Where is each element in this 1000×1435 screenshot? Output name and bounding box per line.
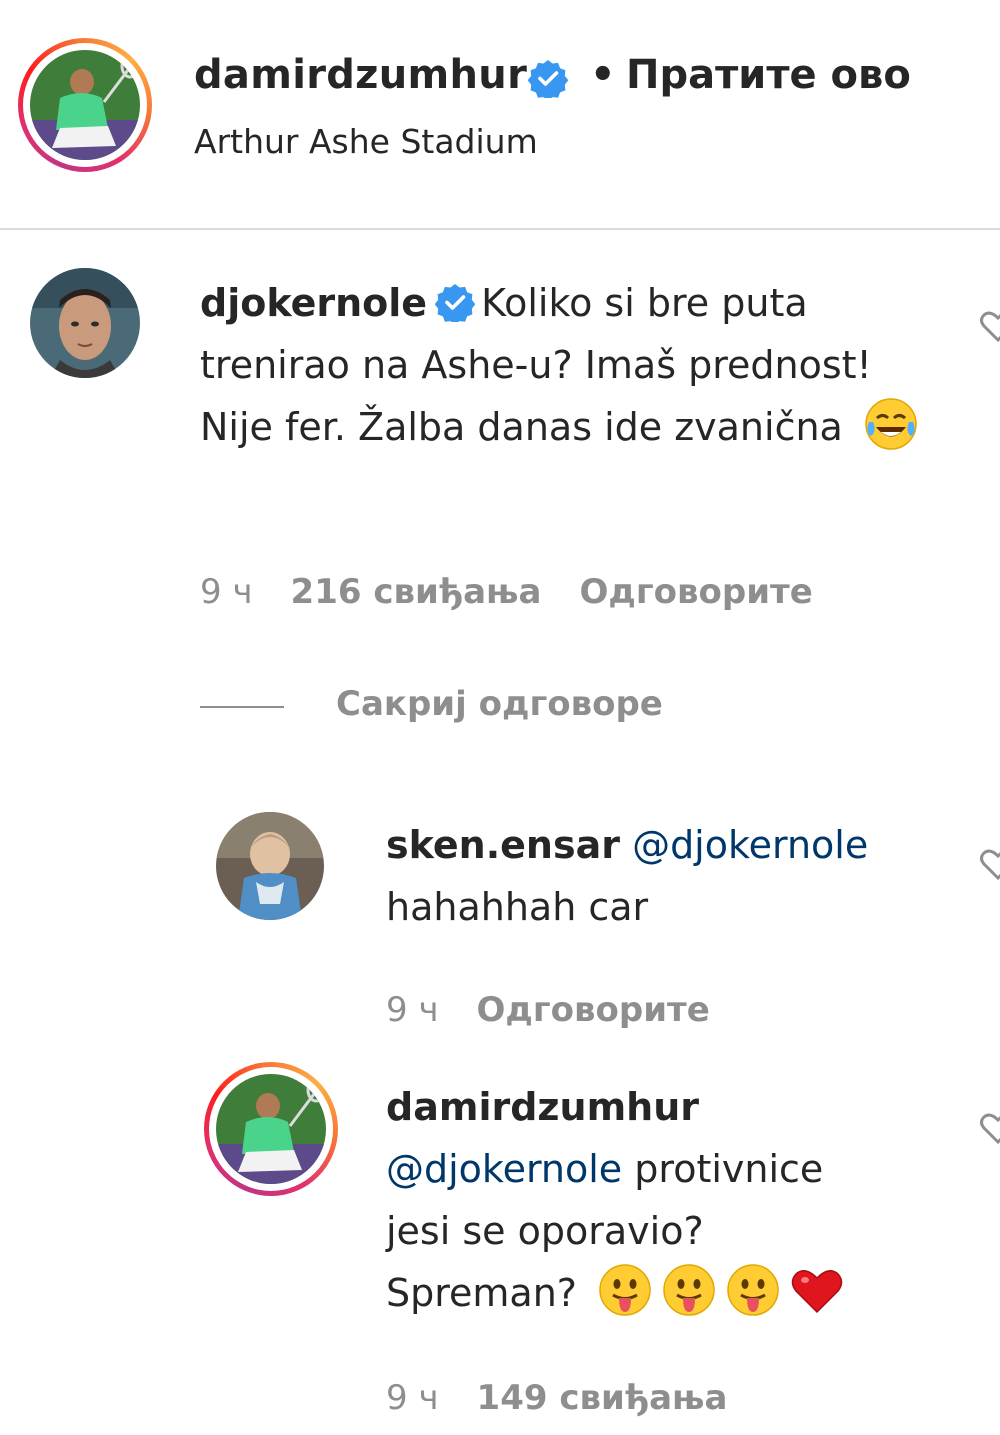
reply-likes[interactable]: 149 свиђања (477, 1378, 728, 1418)
like-heart-icon[interactable] (978, 844, 1000, 884)
post-header: damirdzumhur • Пратите ово Arthur Ashe S… (0, 0, 1000, 230)
reply-avatar[interactable] (204, 1062, 338, 1196)
hide-replies-line (200, 706, 284, 708)
header-avatar[interactable] (18, 38, 152, 172)
verified-badge-icon (527, 58, 569, 101)
mention-link[interactable]: @djokernole (386, 1147, 622, 1191)
reply-button[interactable]: Одговорите (580, 572, 813, 612)
reply-avatar[interactable] (216, 812, 324, 920)
like-heart-icon[interactable] (978, 1108, 1000, 1148)
comment-time[interactable]: 9 ч (200, 572, 253, 612)
reply-meta: 9 ч Одговорите (386, 990, 748, 1030)
reply-username[interactable]: damirdzumhur (386, 1085, 699, 1129)
reply-text: hahahhah car (386, 885, 649, 929)
comment-likes[interactable]: 216 свиђања (291, 572, 542, 612)
like-heart-icon[interactable] (978, 306, 1000, 346)
comment-avatar[interactable] (30, 268, 140, 378)
hide-replies-label: Сакриј одговоре (336, 684, 663, 724)
separator-dot: • (590, 52, 616, 98)
red-heart-icon (789, 1262, 845, 1318)
reply-text-line3: Spreman? (386, 1271, 577, 1315)
header-username[interactable]: damirdzumhur (194, 52, 527, 98)
comment-meta: 9 ч 216 свиђања Одговорите (200, 572, 851, 612)
reply-username[interactable]: sken.ensar (386, 823, 620, 867)
reply-button[interactable]: Одговорите (477, 990, 710, 1030)
reply-body: damirdzumhur @djokernole protivnice jesi… (386, 1076, 946, 1324)
follow-button[interactable]: Пратите ово (626, 52, 911, 98)
mention-link[interactable]: @djokernole (632, 823, 868, 867)
tennis-player-photo (30, 50, 140, 160)
reply-text-line1: protivnice (634, 1147, 824, 1191)
verified-badge-icon (434, 278, 476, 325)
reply-time[interactable]: 9 ч (386, 1378, 439, 1418)
reply-meta: 9 ч 149 свиђања (386, 1378, 766, 1418)
post-location[interactable]: Arthur Ashe Stadium (194, 122, 538, 161)
face-with-tongue-icon (597, 1262, 653, 1318)
header-divider (0, 228, 1000, 230)
reply-text-line2: jesi se oporavio? (386, 1209, 704, 1253)
comment-username[interactable]: djokernole (200, 281, 427, 325)
face-with-tears-of-joy-icon (863, 396, 919, 452)
tennis-player-photo (216, 1074, 326, 1184)
face-with-tongue-icon (725, 1262, 781, 1318)
comment-body: djokernole Koliko si bre puta trenirao n… (200, 272, 920, 458)
reply-body: sken.ensar @djokernole hahahhah car (386, 814, 946, 938)
face-with-tongue-icon (661, 1262, 717, 1318)
reply-time[interactable]: 9 ч (386, 990, 439, 1030)
comments-page: damirdzumhur • Пратите ово Arthur Ashe S… (0, 0, 1000, 1435)
